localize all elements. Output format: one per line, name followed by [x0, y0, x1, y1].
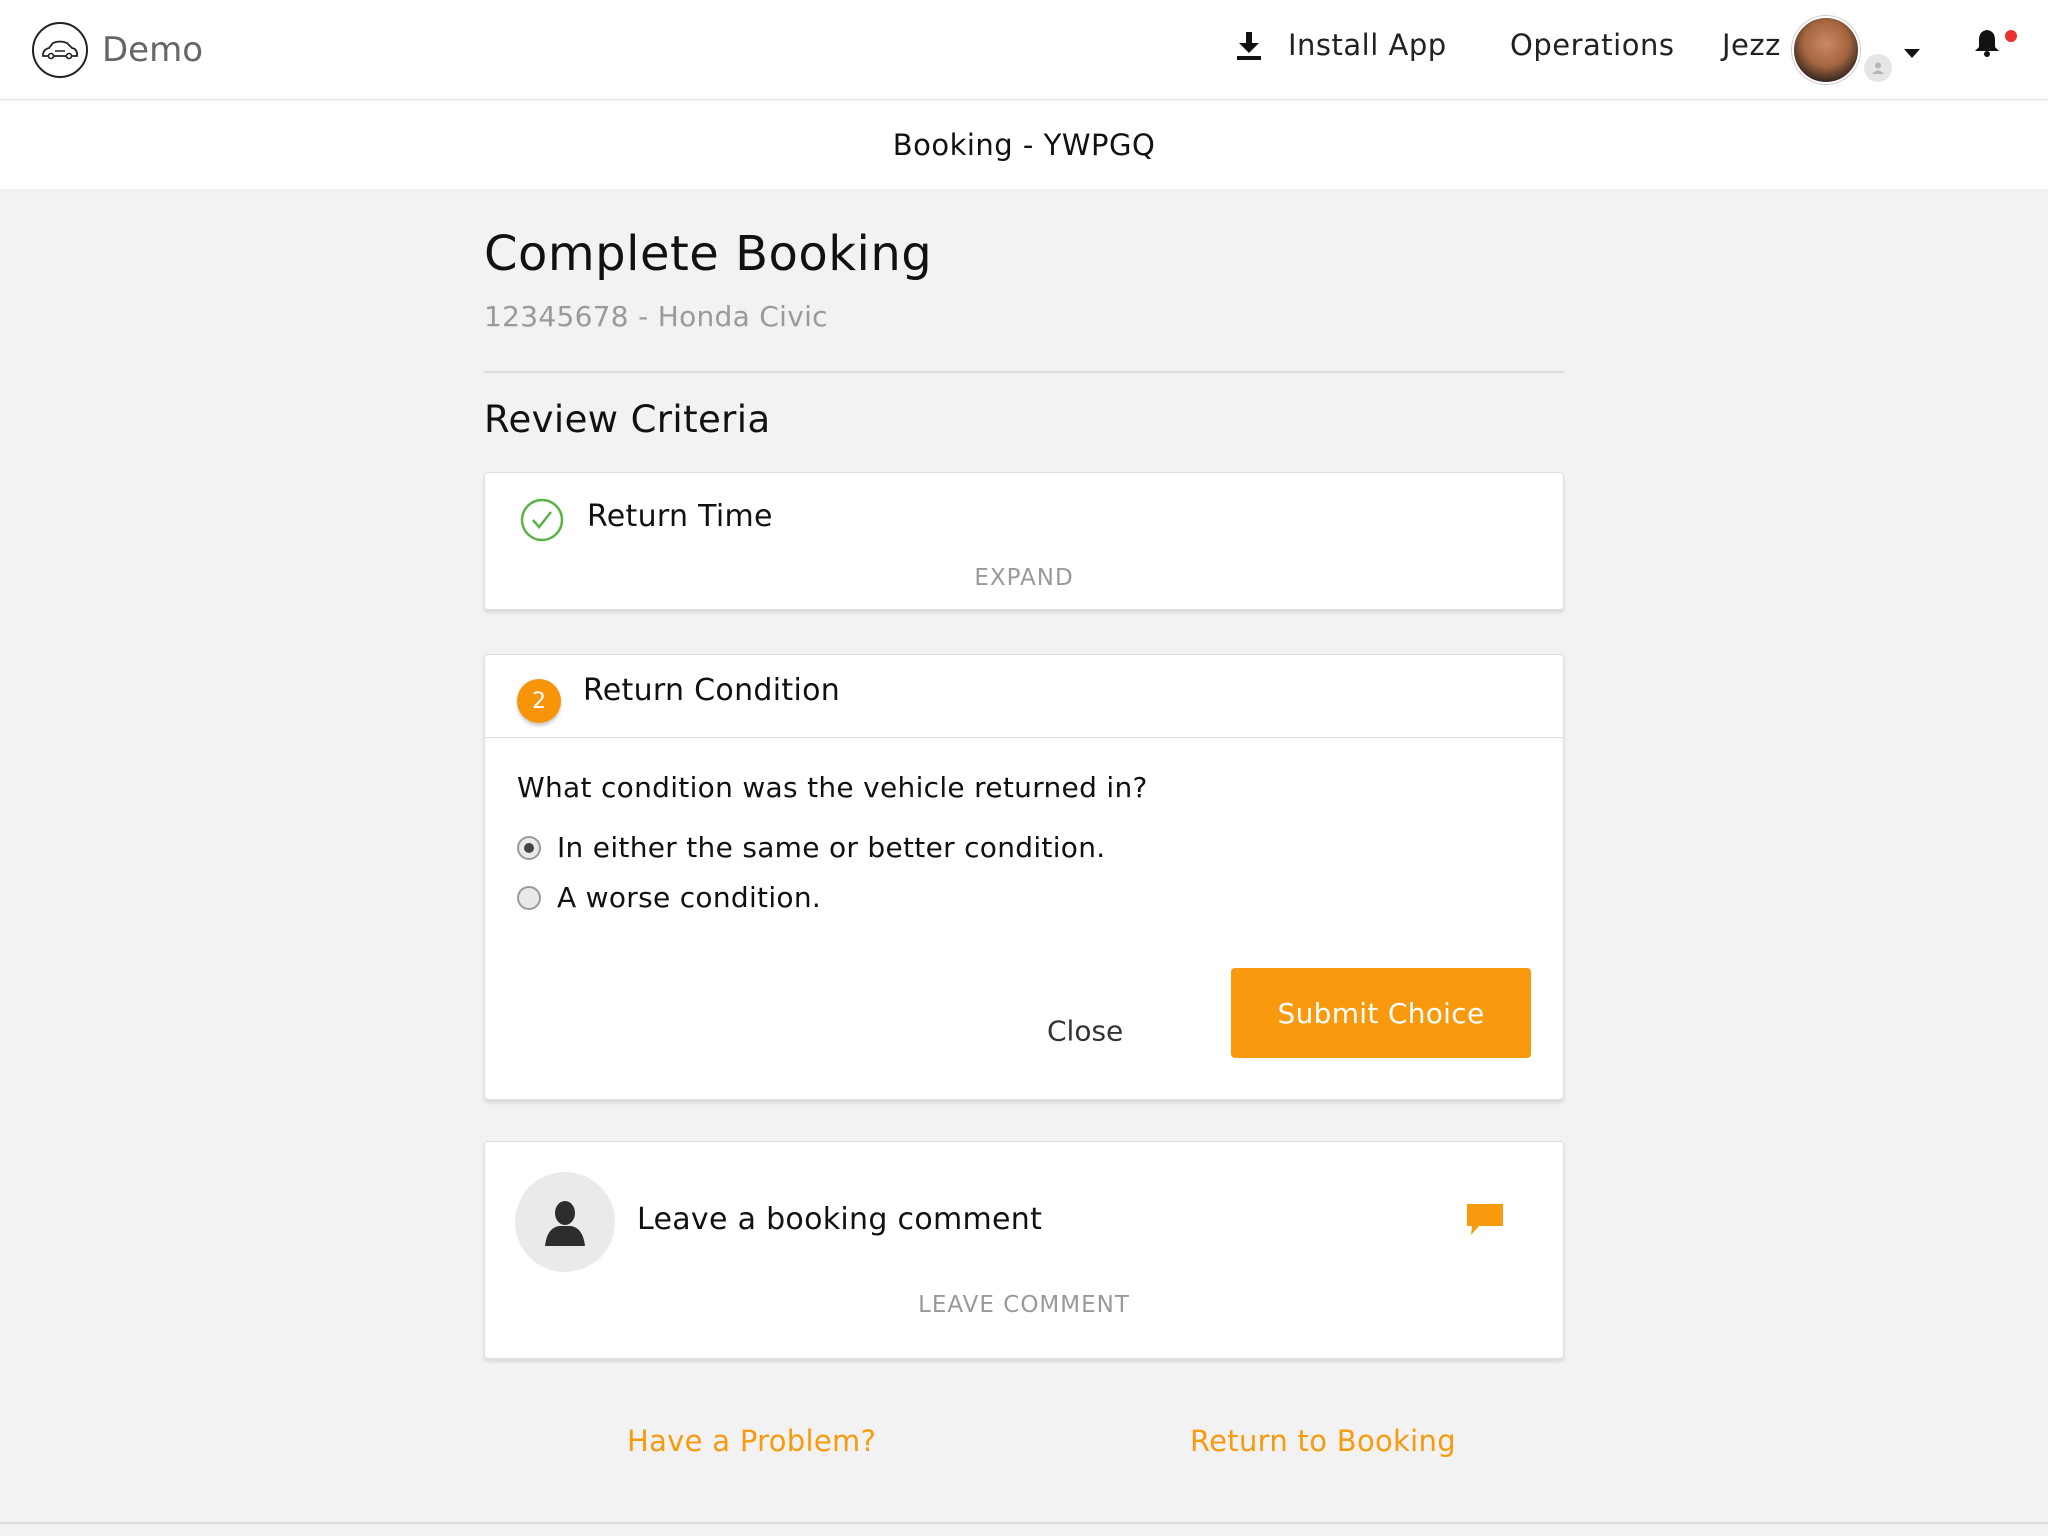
- condition-question: What condition was the vehicle returned …: [517, 771, 1148, 804]
- radio-button-selected[interactable]: [517, 835, 541, 860]
- user-avatar[interactable]: [1792, 16, 1860, 84]
- user-name[interactable]: Jezz: [1722, 28, 1781, 62]
- section-title: Review Criteria: [484, 398, 771, 441]
- divider: [484, 371, 1564, 373]
- brand-name: Demo: [102, 30, 204, 70]
- step-number-badge: 2: [517, 679, 561, 723]
- criteria-title: Return Condition: [583, 673, 841, 708]
- check-circle-icon: [519, 497, 565, 543]
- condition-option-worse[interactable]: A worse condition.: [517, 881, 821, 914]
- vehicle-subtitle: 12345678 - Honda Civic: [484, 300, 828, 333]
- booking-comment-card: Leave a booking comment LEAVE COMMENT: [484, 1141, 1564, 1359]
- criteria-title: Return Time: [587, 499, 773, 534]
- notification-badge: [2005, 30, 2017, 42]
- speech-bubble-icon[interactable]: [1465, 1202, 1505, 1242]
- return-to-booking-link[interactable]: Return to Booking: [1190, 1424, 1456, 1458]
- expand-button[interactable]: EXPAND: [485, 565, 1563, 591]
- user-placeholder-icon: [515, 1172, 615, 1272]
- close-button[interactable]: Close: [1047, 1015, 1123, 1048]
- install-app-label: Install App: [1288, 28, 1447, 62]
- booking-reference-title: Booking - YWPGQ: [892, 128, 1156, 162]
- criteria-card-return-condition: 2 Return Condition What condition was th…: [484, 654, 1564, 1100]
- footer-divider: [0, 1522, 2048, 1524]
- have-a-problem-link[interactable]: Have a Problem?: [627, 1424, 876, 1458]
- operations-link[interactable]: Operations: [1510, 28, 1674, 62]
- submit-choice-button[interactable]: Submit Choice: [1231, 968, 1531, 1058]
- user-status-icon: [1864, 54, 1892, 82]
- booking-subheader: Booking - YWPGQ: [0, 101, 2048, 189]
- condition-option-same-or-better[interactable]: In either the same or better condition.: [517, 831, 1105, 864]
- radio-label: In either the same or better condition.: [557, 831, 1106, 864]
- criteria-card-return-time: Return Time EXPAND: [484, 472, 1564, 610]
- comment-heading: Leave a booking comment: [637, 1202, 1043, 1237]
- brand[interactable]: Demo: [32, 22, 203, 78]
- top-navbar: Demo Install App Operations Jezz: [0, 0, 2048, 100]
- download-icon: [1237, 32, 1261, 60]
- radio-label: A worse condition.: [557, 881, 822, 914]
- user-menu-caret-icon[interactable]: [1904, 44, 1920, 63]
- install-app-link[interactable]: Install App: [1236, 28, 1447, 62]
- card-divider: [485, 737, 1563, 738]
- leave-comment-button[interactable]: LEAVE COMMENT: [485, 1292, 1563, 1318]
- car-logo-icon: [32, 22, 88, 78]
- notifications-bell-icon[interactable]: [1974, 28, 2000, 62]
- radio-button[interactable]: [517, 885, 541, 910]
- page-title: Complete Booking: [484, 226, 933, 282]
